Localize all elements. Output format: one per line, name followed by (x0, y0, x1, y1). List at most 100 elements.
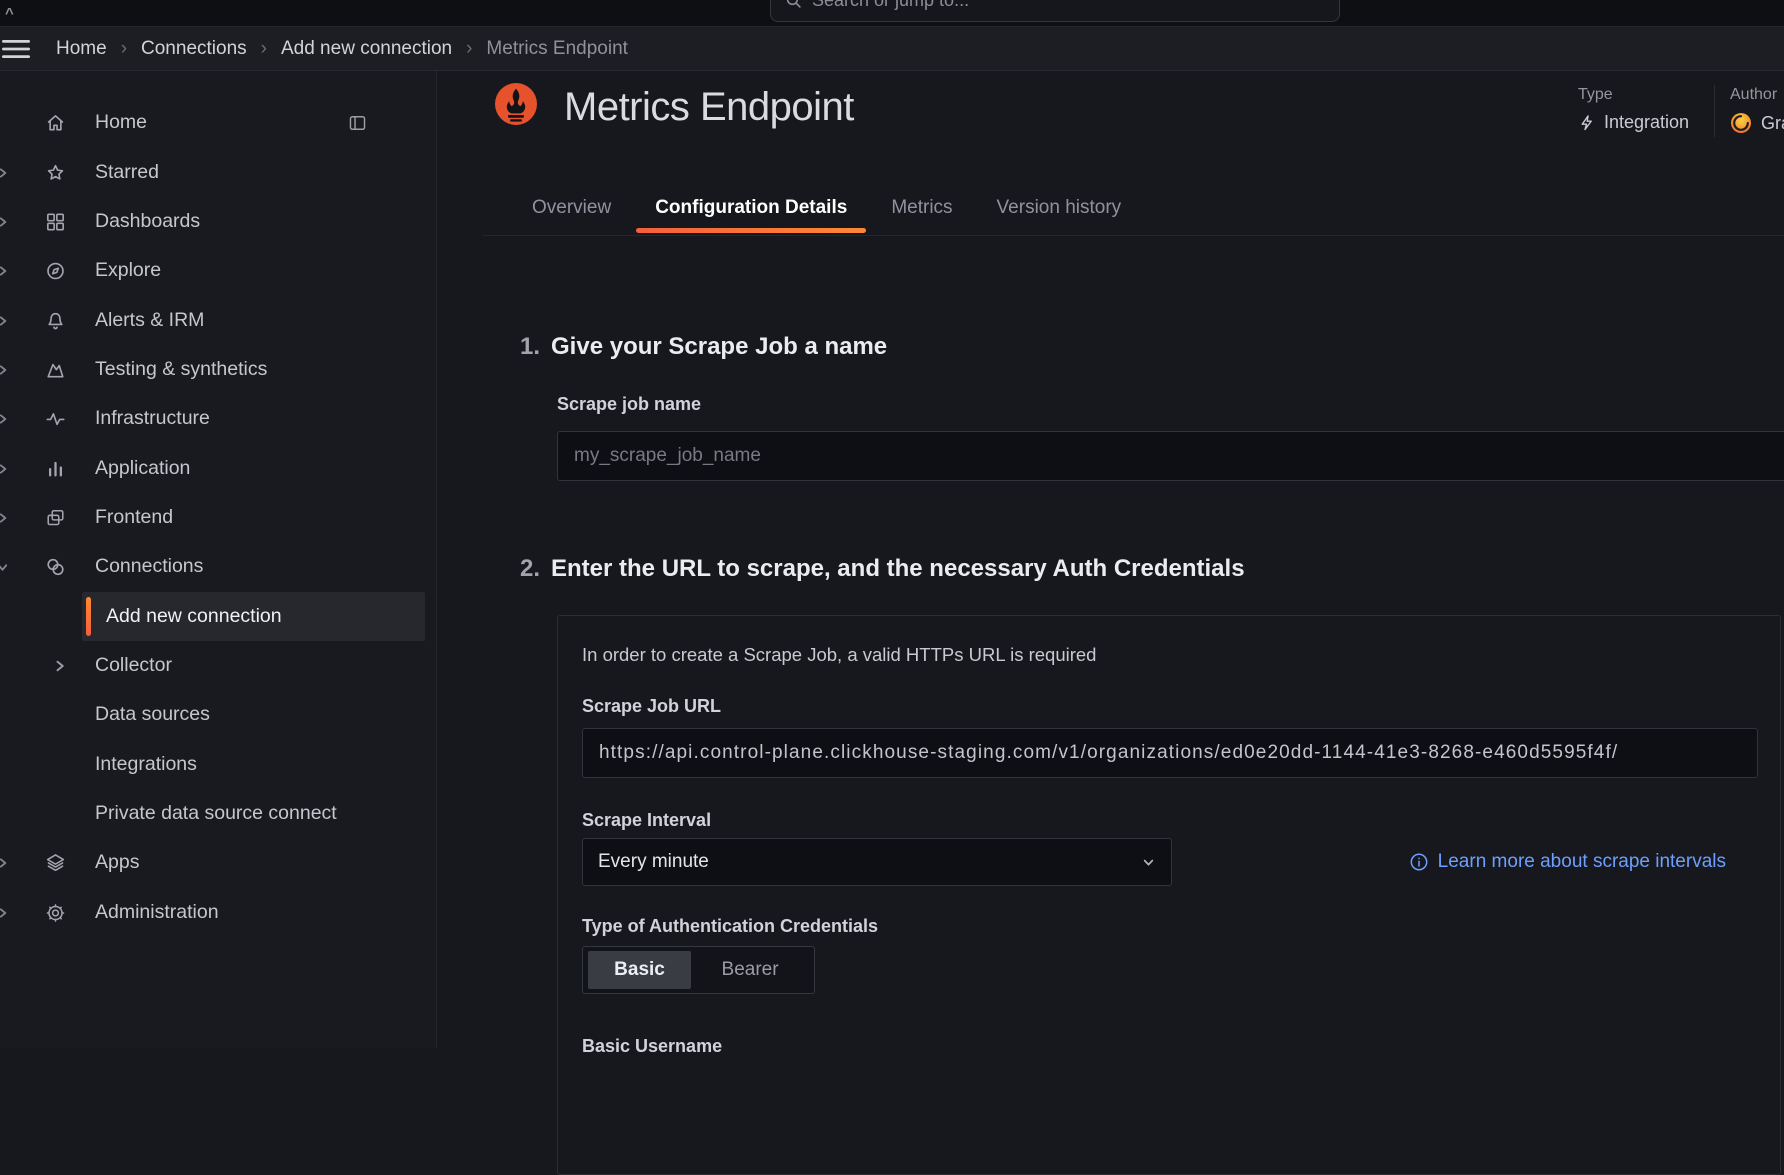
auth-option-basic[interactable]: Basic (588, 951, 691, 989)
breadcrumb-home[interactable]: Home (56, 38, 107, 60)
sidebar-item-label: Dashboards (95, 210, 200, 233)
sidebar-item-infrastructure[interactable]: Infrastructure (0, 394, 437, 443)
step2-title: Enter the URL to scrape, and the necessa… (551, 555, 1245, 582)
pulse-icon (44, 407, 67, 430)
chevron-right-icon[interactable] (0, 462, 9, 475)
step1-title: Give your Scrape Job a name (551, 333, 887, 360)
k6-mountain-icon (44, 358, 67, 381)
auth-type-label: Type of Authentication Credentials (582, 916, 878, 937)
sidebar-item-dashboards[interactable]: Dashboards (0, 197, 437, 246)
breadcrumb: Home › Connections › Add new connection … (56, 38, 628, 60)
learn-more-label: Learn more about scrape intervals (1438, 851, 1726, 873)
lightning-bolt-icon (1578, 114, 1595, 131)
tab-version-history[interactable]: Version history (975, 181, 1144, 235)
basic-username-label: Basic Username (582, 1036, 722, 1057)
chevron-right-icon[interactable] (0, 412, 9, 425)
bar-chart-icon (44, 457, 67, 480)
sidebar-item-label: Frontend (95, 506, 173, 529)
chevron-down-icon[interactable] (0, 560, 9, 573)
bell-icon (44, 309, 67, 332)
search-input[interactable]: Search or jump to... (770, 0, 1340, 22)
chevron-right-icon[interactable] (0, 363, 9, 376)
sidebar-nav: Home Starred Dashboards (0, 71, 437, 1048)
layers-icon (44, 851, 67, 874)
connections-icon (44, 555, 67, 578)
type-value: Integration (1604, 112, 1689, 133)
auth-type-toggle: Basic Bearer (582, 946, 815, 994)
home-icon (44, 111, 67, 134)
type-label: Type (1578, 86, 1689, 104)
sidebar-item-explore[interactable]: Explore (0, 246, 437, 295)
meta-type-block: Type Integration (1578, 86, 1689, 133)
scrape-job-name-input[interactable] (557, 431, 1784, 481)
author-value: Grafana (1761, 113, 1784, 134)
sidebar-item-home[interactable]: Home (0, 98, 437, 147)
scrape-interval-select[interactable]: Every minute (582, 838, 1172, 886)
sidebar-item-private-data-source-connect[interactable]: Private data source connect (0, 789, 437, 838)
breadcrumb-separator: › (466, 38, 472, 60)
author-label: Author (1730, 86, 1784, 104)
scrape-job-url-input[interactable] (582, 728, 1758, 778)
sidebar-item-label: Collector (95, 654, 172, 677)
auth-option-bearer[interactable]: Bearer (691, 951, 809, 989)
star-icon (44, 161, 67, 184)
step1-heading: 1. Give your Scrape Job a name (520, 333, 887, 361)
sidebar-item-alerts-irm[interactable]: Alerts & IRM (0, 296, 437, 345)
sidebar-item-connections[interactable]: Connections (0, 542, 437, 591)
tab-configuration-details[interactable]: Configuration Details (633, 181, 869, 235)
chevron-down-icon (1141, 855, 1156, 870)
chevron-right-icon[interactable] (0, 856, 9, 869)
dock-sidebar-icon[interactable] (348, 113, 367, 132)
scrape-config-panel: In order to create a Scrape Job, a valid… (557, 615, 1781, 1175)
hamburger-menu-icon[interactable] (2, 37, 32, 61)
sidebar-item-label: Administration (95, 901, 219, 924)
step2-number: 2. (520, 555, 540, 582)
chevron-right-icon[interactable] (0, 166, 9, 179)
chevron-right-icon[interactable] (0, 511, 9, 524)
sidebar-item-add-new-connection[interactable]: Add new connection (0, 592, 437, 641)
info-circle-icon (1409, 852, 1429, 872)
prometheus-icon (495, 83, 537, 125)
chevron-right-icon[interactable] (0, 264, 9, 277)
breadcrumb-metrics-endpoint: Metrics Endpoint (486, 38, 628, 60)
tab-metrics[interactable]: Metrics (869, 181, 974, 235)
sidebar-item-label: Explore (95, 259, 161, 282)
scrape-interval-value: Every minute (598, 851, 709, 873)
chevron-right-icon[interactable] (0, 314, 9, 327)
sidebar-item-administration[interactable]: Administration (0, 888, 437, 937)
learn-more-link[interactable]: Learn more about scrape intervals (1409, 838, 1726, 886)
sidebar-item-frontend[interactable]: Frontend (0, 493, 437, 542)
sidebar-item-label: Private data source connect (95, 802, 337, 825)
explore-compass-icon (44, 259, 67, 282)
sidebar-item-label: Home (95, 111, 147, 134)
chevron-right-icon[interactable] (52, 658, 67, 673)
sidebar-item-label: Testing & synthetics (95, 358, 267, 381)
sidebar-item-starred[interactable]: Starred (0, 148, 437, 197)
dashboards-icon (44, 210, 67, 233)
sidebar-item-data-sources[interactable]: Data sources (0, 690, 437, 739)
top-strip: ^ Search or jump to... (0, 0, 1784, 26)
sidebar-item-label: Infrastructure (95, 407, 210, 430)
chevron-right-icon[interactable] (0, 215, 9, 228)
step1-number: 1. (520, 333, 540, 360)
chevron-right-icon[interactable] (0, 906, 9, 919)
sidebar-item-integrations[interactable]: Integrations (0, 740, 437, 789)
main-content: Metrics Endpoint Type Integration Author (438, 71, 1784, 1171)
sidebar-item-label: Apps (95, 851, 139, 874)
tab-bar: Overview Configuration Details Metrics V… (510, 181, 1143, 235)
search-icon (785, 0, 802, 9)
tab-overview[interactable]: Overview (510, 181, 633, 235)
sidebar-item-collector[interactable]: Collector (0, 641, 437, 690)
step2-heading: 2. Enter the URL to scrape, and the neces… (520, 555, 1245, 583)
breadcrumb-add-new-connection[interactable]: Add new connection (281, 38, 452, 60)
search-placeholder: Search or jump to... (812, 0, 969, 11)
panel-note: In order to create a Scrape Job, a valid… (582, 644, 1096, 666)
breadcrumb-connections[interactable]: Connections (141, 38, 247, 60)
sidebar-item-testing-synthetics[interactable]: Testing & synthetics (0, 345, 437, 394)
sidebar-item-label: Application (95, 457, 190, 480)
scrape-job-name-label: Scrape job name (557, 394, 701, 415)
sidebar-item-apps[interactable]: Apps (0, 838, 437, 887)
meta-author-block: Author Grafana (1730, 86, 1784, 134)
caret-glyph: ^ (5, 5, 14, 22)
sidebar-item-application[interactable]: Application (0, 444, 437, 493)
